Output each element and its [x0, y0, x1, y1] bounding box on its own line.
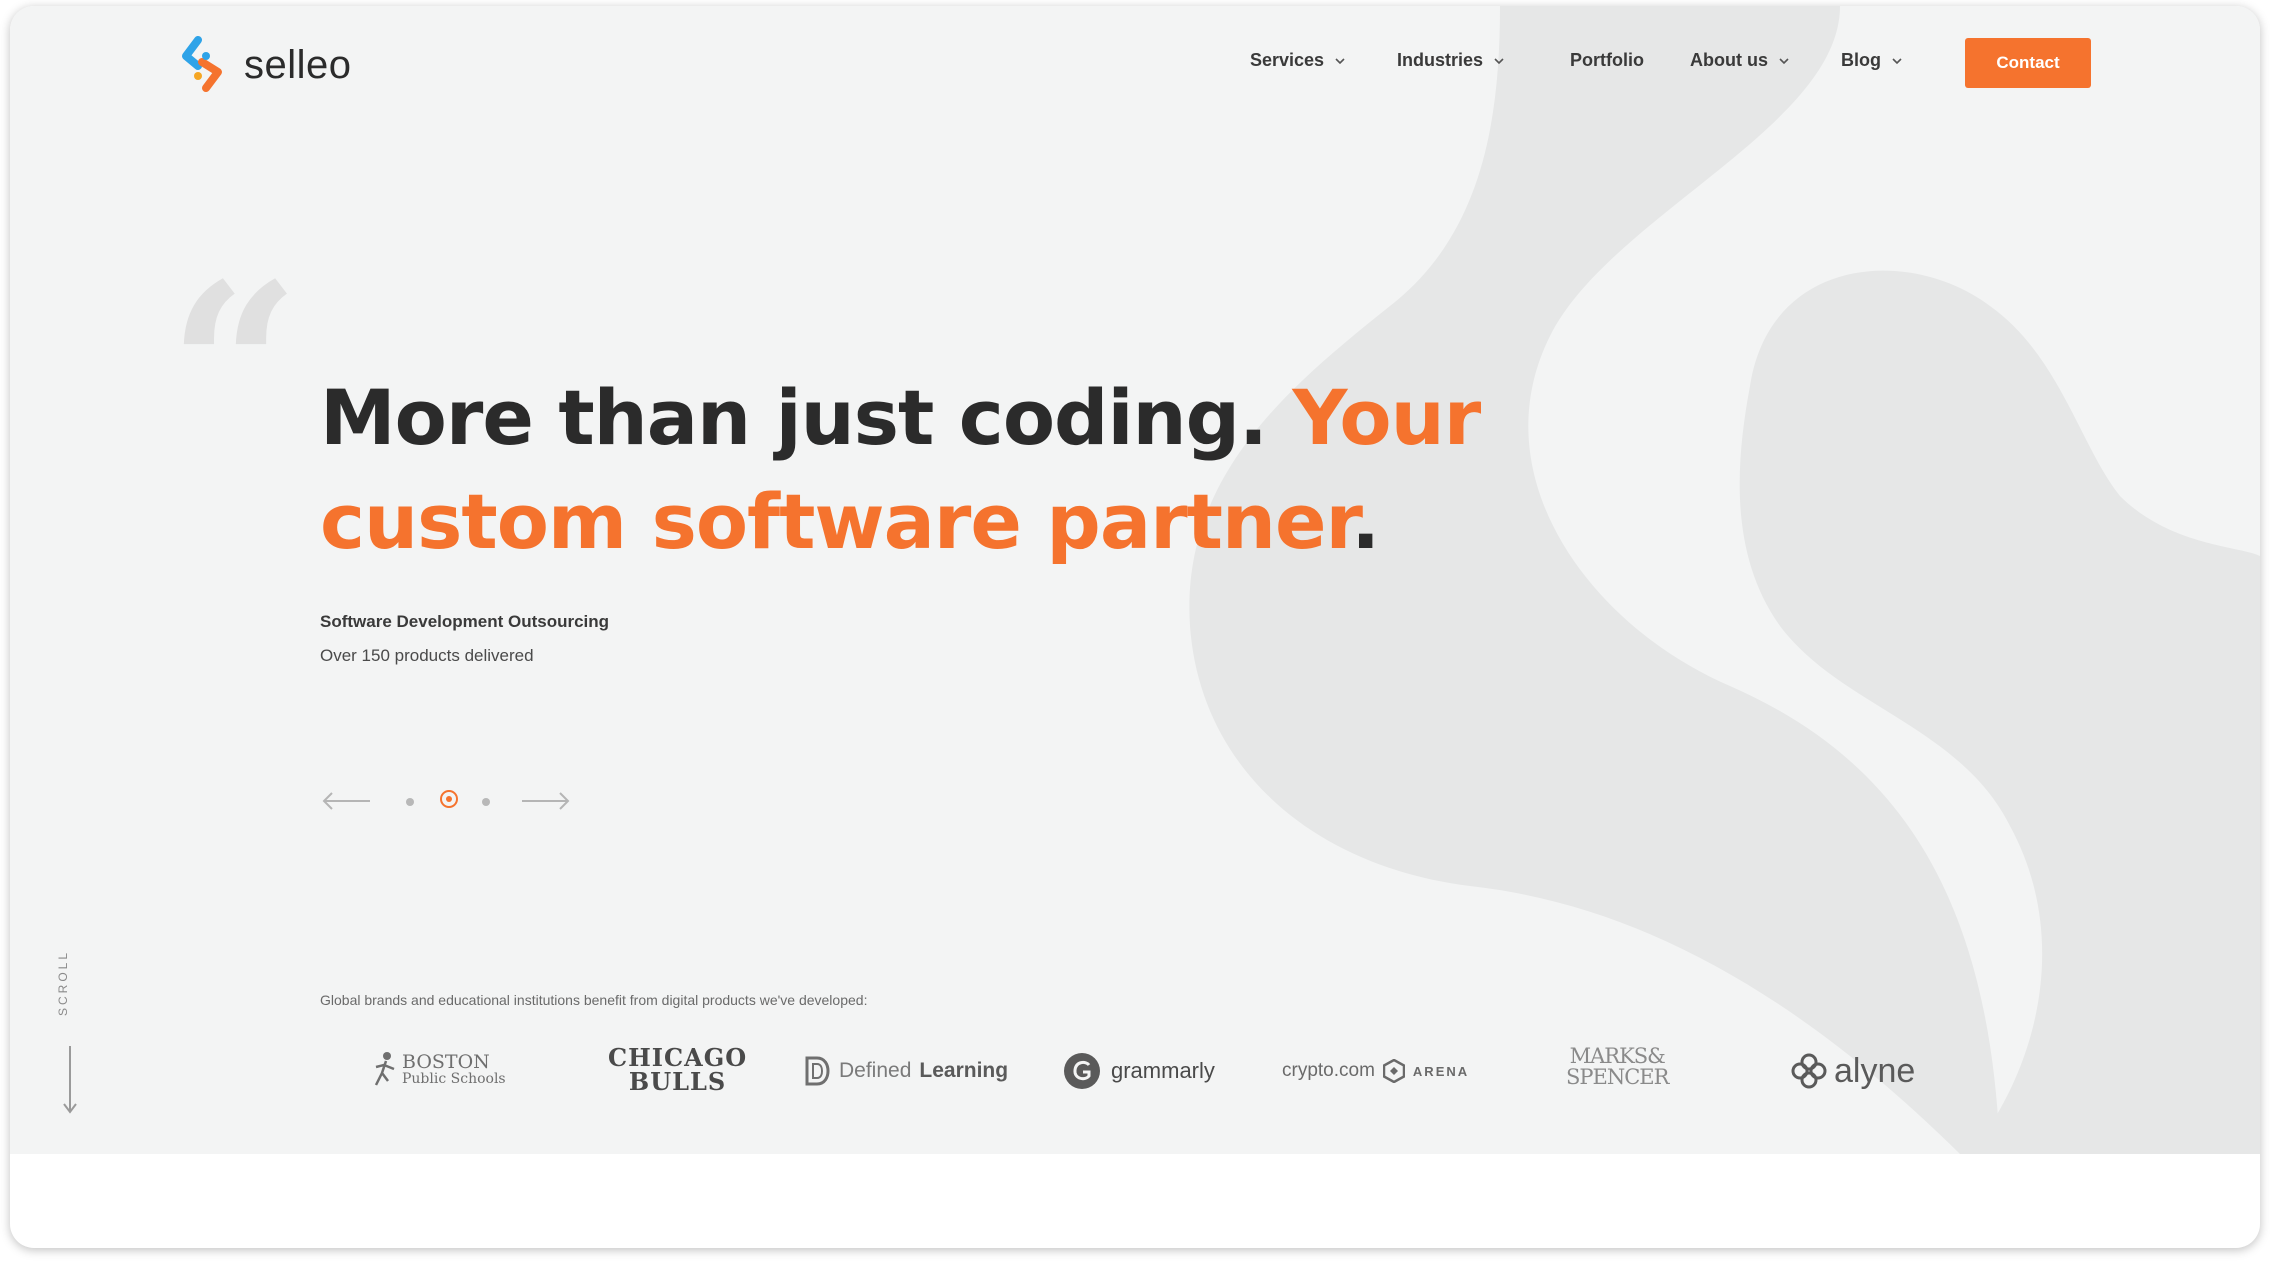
headline-period: .	[1351, 477, 1380, 566]
brands-caption: Global brands and educational institutio…	[320, 992, 868, 1008]
scroll-down-arrow-icon[interactable]	[62, 1046, 78, 1116]
crypto-hex-icon	[1382, 1059, 1405, 1083]
carousel-dot-1[interactable]	[406, 798, 414, 806]
defined-text-a: Defined	[839, 1059, 912, 1082]
chicago-line2: BULLS	[628, 1067, 727, 1096]
carousel-dot-2-active[interactable]	[440, 790, 458, 808]
headline-dark: More than just coding.	[320, 373, 1293, 462]
defined-learning-logo: Defined Learning	[803, 1046, 1008, 1096]
background-shape	[1189, 6, 2260, 1154]
nav-label: Services	[1250, 50, 1325, 70]
alyne-logo: alyne	[1790, 1046, 1915, 1096]
nav-industries[interactable]: Industries	[1397, 50, 1505, 71]
arrow-right-icon[interactable]	[520, 788, 572, 814]
browser-page: selleo Services Industries Portfolio Abo…	[10, 6, 2260, 1248]
arrow-left-icon[interactable]	[320, 788, 372, 814]
nav-services[interactable]: Services	[1250, 50, 1346, 71]
grammarly-icon	[1064, 1053, 1100, 1089]
chevron-down-icon	[1892, 57, 1902, 64]
boston-public-schools-logo: BOSTON Public Schools	[372, 1046, 506, 1096]
chevron-down-icon	[1779, 57, 1789, 64]
marks-line2: SPENCER	[1566, 1065, 1669, 1089]
nav-about-us[interactable]: About us	[1690, 50, 1790, 71]
chevron-down-icon	[1494, 57, 1504, 64]
crypto-text-a: crypto.com	[1282, 1060, 1375, 1081]
chicago-bulls-logo: CHICAGO BULLS	[608, 1046, 747, 1096]
hero-headline: More than just coding. Your custom softw…	[320, 366, 1520, 574]
grammarly-logo: grammarly	[1063, 1046, 1215, 1096]
hero-subtitle: Software Development Outsourcing	[320, 612, 610, 631]
nav-label: Industries	[1397, 50, 1484, 70]
selleo-logo-icon	[182, 36, 222, 92]
boston-line1: BOSTON	[402, 1051, 490, 1073]
boston-text: BOSTON Public Schools	[402, 1051, 506, 1088]
logo-text: selleo	[244, 42, 352, 87]
defined-text-b: Learning	[919, 1059, 1009, 1082]
nav-blog[interactable]: Blog	[1841, 50, 1903, 71]
grammarly-text: grammarly	[1111, 1058, 1215, 1083]
crypto-text-b: ARENA	[1412, 1063, 1470, 1079]
alyne-clover-icon	[1791, 1053, 1827, 1089]
quote-mark-icon: “	[168, 234, 301, 504]
carousel-controls	[320, 778, 580, 828]
contact-button[interactable]: Contact	[1965, 38, 2091, 88]
chevron-down-icon	[1335, 57, 1345, 64]
scroll-label: SCROLL	[56, 949, 70, 1016]
nav-label: Blog	[1841, 50, 1881, 70]
crypto-com-arena-logo: crypto.com ARENA	[1282, 1046, 1469, 1096]
hero-detail: Over 150 products delivered	[320, 646, 534, 665]
marks-spencer-logo: MARKS& SPENCER	[1566, 1044, 1669, 1096]
carousel-dot-3[interactable]	[482, 798, 490, 806]
hero-section: selleo Services Industries Portfolio Abo…	[10, 6, 2260, 1154]
logo[interactable]: selleo	[178, 36, 352, 94]
nav-label: Portfolio	[1570, 50, 1644, 70]
defined-learning-icon	[805, 1056, 830, 1086]
nav-label: About us	[1690, 50, 1768, 70]
boston-line2: Public Schools	[402, 1071, 506, 1087]
runner-icon	[374, 1052, 395, 1086]
alyne-text: alyne	[1834, 1051, 1916, 1090]
marks-line1: MARKS&	[1569, 1044, 1666, 1068]
nav-portfolio[interactable]: Portfolio	[1570, 50, 1644, 71]
